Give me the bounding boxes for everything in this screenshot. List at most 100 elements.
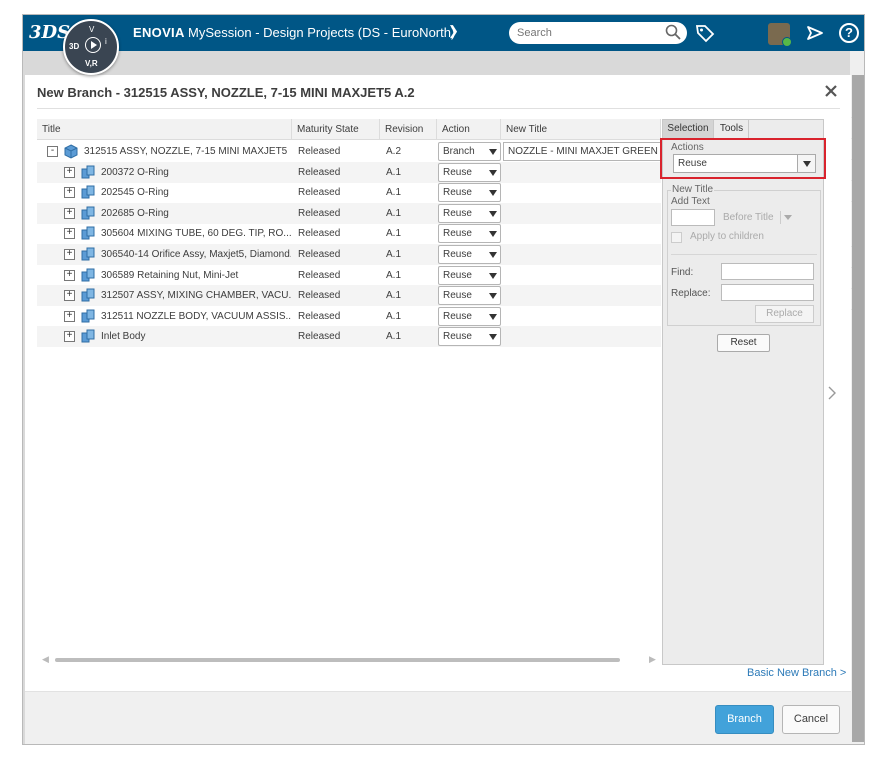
column-header-title[interactable]: Title (37, 119, 292, 140)
row-action-value: Branch (443, 146, 475, 157)
column-header-maturity[interactable]: Maturity State (292, 119, 380, 140)
close-icon[interactable] (823, 83, 839, 99)
row-action-select[interactable]: Branch (438, 142, 501, 161)
expand-icon[interactable]: + (64, 269, 75, 281)
row-maturity-state: Released (298, 290, 341, 302)
expand-icon[interactable]: + (64, 290, 75, 302)
horizontal-scrollbar[interactable] (55, 658, 620, 662)
row-action-select[interactable]: Reuse (438, 245, 501, 264)
row-action-select[interactable]: Reuse (438, 306, 501, 326)
column-header-new-title[interactable]: New Title (501, 119, 661, 140)
row-maturity-state: Released (298, 269, 341, 281)
row-revision: A.1 (386, 228, 402, 240)
table-row[interactable]: - 312515 ASSY, NOZZLE, 7-15 MINI MAXJET5 R… (37, 141, 661, 162)
row-revision: A.1 (386, 310, 402, 322)
row-title: 200372 O-Ring (101, 166, 169, 178)
table-row[interactable]: +312511 NOZZLE BODY, VACUUM ASSIS... Rele… (37, 306, 661, 327)
table-row[interactable]: +306589 Retaining Nut, Mini-Jet Released A… (37, 265, 661, 286)
chevron-right-icon[interactable] (826, 385, 838, 401)
tools-panel: Selection Tools Actions Reuse New Title … (660, 119, 826, 665)
row-maturity-state: Released (298, 228, 341, 240)
play-icon[interactable] (85, 37, 101, 53)
scroll-right-icon[interactable]: ▶ (649, 654, 656, 665)
actions-select[interactable]: Reuse (673, 154, 816, 173)
row-action-select[interactable]: Reuse (438, 183, 501, 203)
add-text-input[interactable] (671, 209, 715, 226)
column-header-action[interactable]: Action (437, 119, 501, 140)
row-action-select[interactable]: Reuse (438, 162, 501, 182)
table-row[interactable]: +200372 O-Ring Released A.1 Reuse (37, 161, 661, 183)
row-action-select[interactable]: Reuse (438, 203, 501, 223)
expand-icon[interactable]: + (64, 187, 75, 199)
compass-3d-label: 3D (69, 42, 80, 51)
chevron-down-icon[interactable] (489, 210, 497, 217)
basic-new-branch-link[interactable]: Basic New Branch > (747, 667, 846, 679)
replace-button[interactable]: Replace (755, 305, 814, 323)
chevron-down-icon[interactable] (784, 215, 792, 220)
row-maturity-state: Released (298, 166, 341, 178)
table-row[interactable]: + Inlet Body Released A.1 Reuse (37, 326, 661, 348)
tag-icon[interactable] (695, 23, 715, 43)
column-header-revision[interactable]: Revision (380, 119, 437, 140)
row-title: 312511 NOZZLE BODY, VACUUM ASSIS... (101, 310, 291, 322)
dialog-title: New Branch - 312515 ASSY, NOZZLE, 7-15 M… (37, 85, 415, 100)
chevron-down-icon[interactable] (489, 231, 497, 238)
part-icon (81, 288, 95, 302)
expand-icon[interactable]: + (64, 249, 75, 260)
chevron-down-icon[interactable] (489, 190, 497, 197)
row-revision: A.2 (386, 146, 402, 157)
new-branch-dialog: New Branch - 312515 ASSY, NOZZLE, 7-15 M… (25, 75, 851, 744)
top-bar: 3DS ENOVIA MySession - Design Projects (… (23, 15, 864, 51)
chevron-down-icon[interactable] (489, 169, 497, 176)
chevron-down-icon[interactable] (797, 155, 815, 172)
row-action-select[interactable]: Reuse (438, 286, 501, 306)
table-row[interactable]: +305604 MIXING TUBE, 60 DEG. TIP, RO... R… (37, 223, 661, 244)
row-revision: A.1 (386, 207, 402, 219)
session-title[interactable]: MySession - Design Projects (DS - EuroNo… (188, 25, 455, 40)
cancel-button[interactable]: Cancel (782, 705, 840, 734)
expand-icon[interactable]: + (64, 331, 75, 343)
expand-icon[interactable]: + (64, 166, 75, 178)
scroll-left-icon[interactable]: ◀ (42, 654, 49, 665)
collapse-icon[interactable]: - (47, 146, 58, 157)
chevron-down-icon[interactable] (489, 293, 497, 300)
reset-button[interactable]: Reset (717, 334, 770, 352)
part-icon (81, 185, 95, 199)
tab-tools[interactable]: Tools (715, 120, 749, 138)
table-row[interactable]: +202685 O-Ring Released A.1 Reuse (37, 202, 661, 224)
apply-to-children-checkbox[interactable] (671, 232, 682, 243)
chevron-down-icon[interactable]: ❯ (448, 23, 459, 39)
row-new-title-input[interactable]: NOZZLE - MINI MAXJET GREEN (503, 142, 661, 161)
expand-icon[interactable]: + (64, 310, 75, 322)
expand-icon[interactable]: + (64, 207, 75, 219)
chevron-down-icon[interactable] (489, 313, 497, 320)
chevron-down-icon[interactable] (489, 334, 497, 341)
search-icon[interactable] (665, 24, 681, 40)
row-action-select[interactable]: Reuse (438, 224, 501, 244)
text-position-select[interactable]: Before Title (719, 209, 795, 226)
tab-selection[interactable]: Selection (663, 120, 714, 138)
chevron-down-icon[interactable] (489, 272, 497, 279)
avatar[interactable] (768, 23, 792, 47)
share-icon[interactable] (805, 23, 825, 43)
find-input[interactable] (721, 263, 814, 280)
table-row[interactable]: +312507 ASSY, MIXING CHAMBER, VACU... Rel… (37, 285, 661, 307)
chevron-down-icon[interactable] (489, 149, 497, 155)
search-input[interactable] (509, 22, 687, 44)
part-icon (81, 165, 95, 179)
page-scrollbar[interactable] (852, 75, 864, 742)
branch-button[interactable]: Branch (715, 705, 774, 734)
text-position-value: Before Title (723, 212, 774, 223)
row-action-select[interactable]: Reuse (438, 327, 501, 347)
row-action-value: Reuse (443, 187, 472, 199)
help-icon[interactable]: ? (839, 23, 859, 43)
row-revision: A.1 (386, 249, 402, 260)
chevron-down-icon[interactable] (489, 252, 497, 258)
table-row[interactable]: +306540-14 Orifice Assy, Maxjet5, Diamon… (37, 244, 661, 265)
expand-icon[interactable]: + (64, 228, 75, 240)
compass-i-label: i (105, 37, 107, 46)
table-row[interactable]: +202545 O-Ring Released A.1 Reuse (37, 182, 661, 203)
replace-input[interactable] (721, 284, 814, 301)
row-action-select[interactable]: Reuse (438, 265, 501, 285)
compass-icon[interactable]: V 3D i V,R (63, 19, 119, 75)
